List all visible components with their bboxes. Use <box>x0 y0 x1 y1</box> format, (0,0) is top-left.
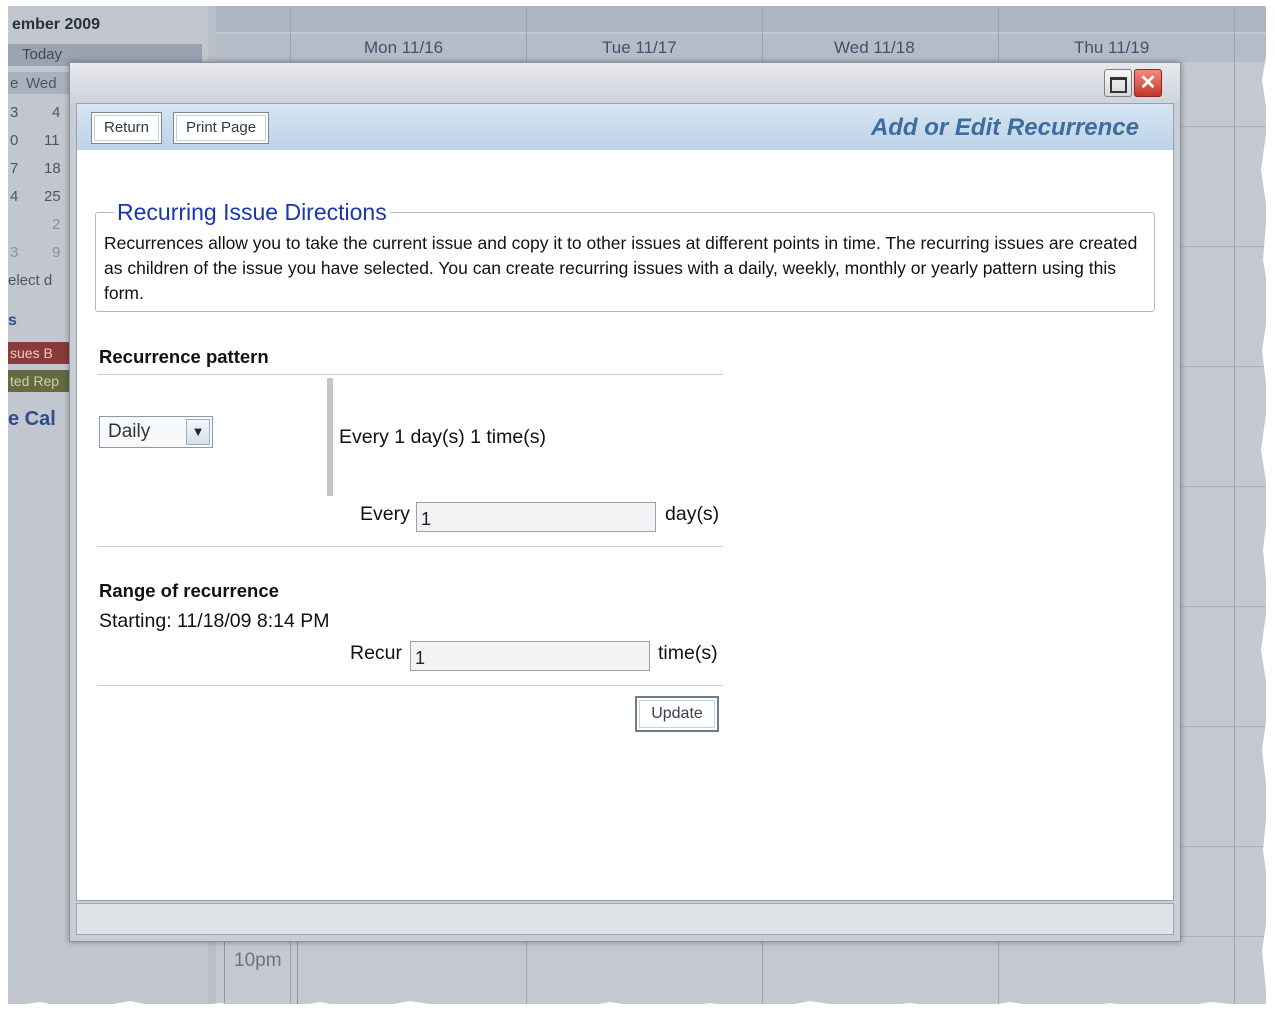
section-heading: s <box>8 312 17 329</box>
return-button[interactable]: Return <box>91 112 163 144</box>
dialog-toolbar: Return Print Page Add or Edit Recurrence <box>77 104 1173 150</box>
maximize-icon[interactable] <box>1104 69 1132 97</box>
mini-calendar-day[interactable]: 9 <box>52 244 60 261</box>
page-title: Add or Edit Recurrence <box>870 114 1139 141</box>
recur-label: Recur <box>350 642 403 664</box>
starting-datetime: Starting: 11/18/09 8:14 PM <box>99 610 330 632</box>
dialog-titlebar[interactable]: ✕ <box>70 63 1180 103</box>
pattern-summary: Every 1 day(s) 1 time(s) <box>339 426 546 448</box>
day-header: Wed <box>26 75 57 92</box>
column-header[interactable]: Thu 11/19 <box>1074 38 1149 58</box>
issues-filter-item[interactable]: sues B <box>8 342 70 364</box>
mini-calendar-day[interactable]: 11 <box>44 132 60 149</box>
month-header: ember 2009 <box>12 16 101 33</box>
mini-calendar-day[interactable]: 4 <box>52 104 60 121</box>
recurrence-dialog: ✕ Return Print Page Add or Edit Recurren… <box>69 62 1181 942</box>
range-of-recurrence-title: Range of recurrence <box>99 580 279 601</box>
mini-calendar-day[interactable]: 3 <box>10 244 18 261</box>
divider <box>97 374 723 375</box>
directions-heading: Recurring Issue Directions <box>114 199 390 226</box>
dialog-content: Return Print Page Add or Edit Recurrence… <box>76 103 1174 901</box>
mini-calendar-day[interactable]: 2 <box>52 216 60 233</box>
recurrence-pattern-title: Recurrence pattern <box>99 346 269 367</box>
mini-calendar-day[interactable]: 7 <box>10 160 18 177</box>
close-icon[interactable]: ✕ <box>1134 69 1162 97</box>
column-header[interactable]: Tue 11/17 <box>602 38 677 58</box>
calendar-toolbar <box>216 6 1266 32</box>
recur-unit-label: time(s) <box>658 642 718 664</box>
divider <box>97 685 723 686</box>
mini-calendar-day[interactable]: 4 <box>10 188 18 205</box>
divider <box>97 546 723 547</box>
today-label: Today <box>22 46 63 63</box>
update-button[interactable]: Update <box>635 696 719 732</box>
every-unit-label: day(s) <box>665 503 720 525</box>
column-header[interactable]: Wed 11/18 <box>834 38 915 58</box>
every-label: Every <box>360 503 410 525</box>
mini-calendar-day[interactable]: 3 <box>10 104 18 121</box>
issues-filter-label: sues B <box>10 345 53 361</box>
chevron-down-icon[interactable]: ▼ <box>186 419 210 445</box>
recur-count-input[interactable]: 1 <box>410 641 650 671</box>
time-label: 10pm <box>234 950 282 971</box>
dialog-statusbar <box>76 903 1174 935</box>
pattern-select[interactable]: Daily ▼ <box>99 416 213 448</box>
day-header: e <box>10 75 19 92</box>
print-page-button[interactable]: Print Page <box>173 112 270 144</box>
reports-filter-label: ted Rep <box>10 373 60 389</box>
directions-fieldset: Recurring Issue Directions Recurrences a… <box>95 199 1155 312</box>
mini-calendar-day[interactable]: 25 <box>44 188 61 205</box>
calendar-link[interactable]: e Cal <box>8 408 56 431</box>
mini-calendar-day[interactable]: 0 <box>10 132 18 149</box>
select-date-label: elect d <box>8 272 53 289</box>
column-divider <box>1234 6 1235 1004</box>
torn-edge-right <box>1261 0 1275 1016</box>
reports-filter-item[interactable]: ted Rep <box>8 370 70 392</box>
every-interval-input[interactable]: 1 <box>416 502 656 532</box>
vertical-separator <box>327 378 333 496</box>
column-header[interactable]: Mon 11/16 <box>364 38 443 58</box>
torn-edge-bottom <box>0 1001 1275 1016</box>
directions-text: Recurrences allow you to take the curren… <box>104 233 1138 303</box>
pattern-select-value: Daily <box>108 421 151 442</box>
mini-calendar-day[interactable]: 18 <box>44 160 61 177</box>
